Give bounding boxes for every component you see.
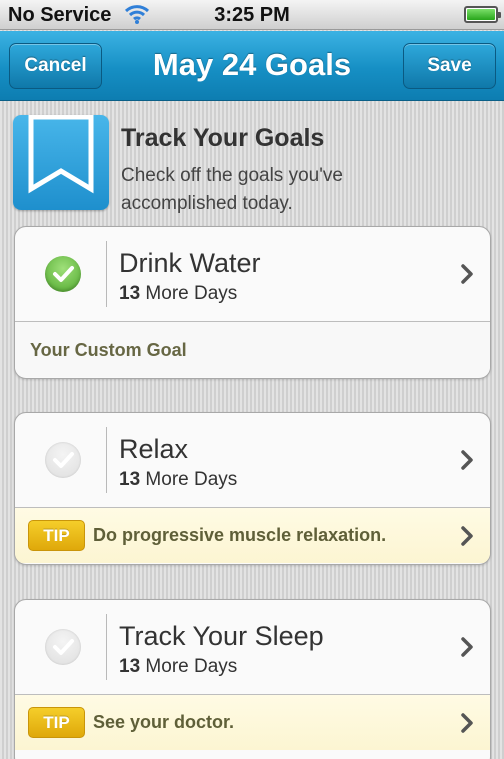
checkmark-icon[interactable] bbox=[45, 629, 81, 665]
goal-days: 13 More Days bbox=[119, 469, 238, 490]
goal-row[interactable]: Drink Water 13 More Days bbox=[15, 227, 490, 321]
tip-row[interactable]: TIP See your doctor. bbox=[15, 694, 490, 750]
goal-card-drink-water: Drink Water 13 More Days Your Custom Goa… bbox=[14, 226, 491, 379]
bookmark-icon bbox=[13, 115, 109, 210]
goal-name: Drink Water bbox=[119, 248, 261, 278]
goal-days: 13 More Days bbox=[119, 656, 238, 677]
divider bbox=[106, 427, 107, 493]
checkmark-icon[interactable] bbox=[45, 256, 81, 292]
tip-row[interactable]: TIP Do progressive muscle relaxation. bbox=[15, 507, 490, 563]
tip-badge: TIP bbox=[28, 707, 85, 738]
chevron-right-icon bbox=[461, 713, 473, 733]
goal-name: Track Your Sleep bbox=[119, 621, 324, 651]
custom-goal-footer: Your Custom Goal bbox=[15, 321, 490, 377]
battery-icon bbox=[464, 6, 501, 23]
divider bbox=[106, 614, 107, 680]
chevron-right-icon bbox=[461, 526, 473, 546]
save-button[interactable]: Save bbox=[403, 43, 496, 89]
divider bbox=[106, 241, 107, 307]
goal-name: Relax bbox=[119, 434, 189, 464]
checkmark-icon[interactable] bbox=[45, 442, 81, 478]
tip-text: Do progressive muscle relaxation. bbox=[93, 525, 387, 545]
goal-card-track-sleep: Track Your Sleep 13 More Days TIP See yo… bbox=[14, 599, 491, 759]
chevron-right-icon bbox=[461, 450, 473, 470]
nav-bar: Cancel May 24 Goals Save bbox=[0, 31, 504, 101]
chevron-right-icon bbox=[461, 637, 473, 657]
goal-days: 13 More Days bbox=[119, 283, 238, 304]
tip-text: See your doctor. bbox=[93, 712, 235, 732]
header-subtitle: Check off the goals you've accomplished … bbox=[121, 165, 343, 214]
status-bar: No Service 3:25 PM bbox=[0, 0, 504, 30]
goal-row[interactable]: Relax 13 More Days bbox=[15, 413, 490, 507]
goal-row[interactable]: Track Your Sleep 13 More Days bbox=[15, 600, 490, 694]
goal-card-relax: Relax 13 More Days TIP Do progressive mu… bbox=[14, 412, 491, 565]
chevron-right-icon bbox=[461, 264, 473, 284]
tip-badge: TIP bbox=[28, 520, 85, 551]
custom-goal-label: Your Custom Goal bbox=[30, 340, 187, 360]
clock-label: 3:25 PM bbox=[214, 4, 290, 26]
header-title: Track Your Goals bbox=[121, 124, 325, 152]
